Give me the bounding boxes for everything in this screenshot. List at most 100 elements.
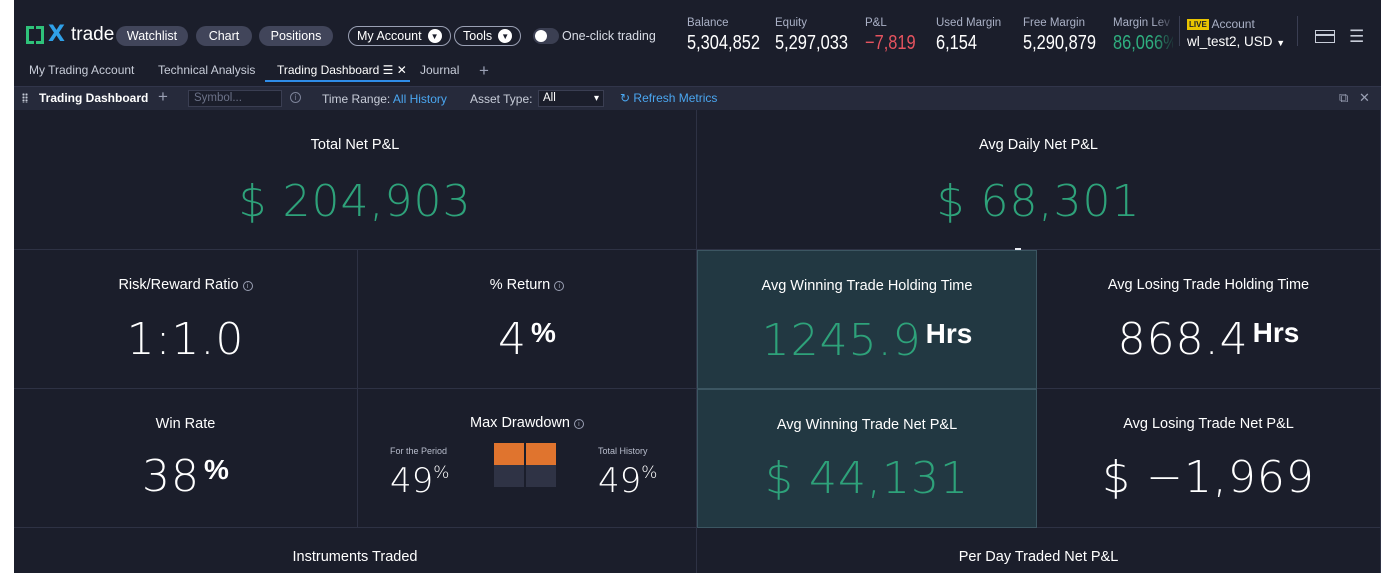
card-title: Avg Losing Trade Net P&L bbox=[1123, 416, 1294, 432]
win-rate-card: Win Rate 38% bbox=[14, 389, 358, 528]
time-range-value[interactable]: All History bbox=[393, 92, 447, 106]
card-unit: Hrs bbox=[1252, 317, 1300, 348]
tab-menu-icon[interactable]: ☰ bbox=[383, 63, 394, 77]
period-bar bbox=[494, 443, 524, 465]
tab-journal[interactable]: Journal bbox=[420, 63, 459, 77]
tab-technical-analysis[interactable]: Technical Analysis bbox=[158, 63, 255, 77]
avg-lose-pl-card: Avg Losing Trade Net P&L $ −1,969 bbox=[1037, 389, 1381, 528]
tab-label: Trading Dashboard bbox=[277, 63, 380, 77]
metric-equity: Equity 5,297,033 bbox=[775, 17, 864, 55]
chevron-down-icon: ▼ bbox=[1276, 38, 1286, 48]
card-unit: % bbox=[531, 317, 556, 348]
history-label: Total History bbox=[598, 446, 648, 456]
card-value: $ −1,969 bbox=[1102, 452, 1315, 503]
my-account-label: My Account bbox=[357, 29, 422, 43]
hamburger-menu-icon[interactable]: ☰ bbox=[1349, 27, 1364, 47]
card-title: Risk/Reward Ratio bbox=[118, 277, 239, 293]
logo[interactable]: X trade bbox=[26, 22, 115, 47]
watchlist-button[interactable]: Watchlist bbox=[116, 26, 188, 46]
active-tab-indicator bbox=[265, 80, 410, 82]
asset-type-label: Asset Type: bbox=[470, 92, 533, 106]
chevron-down-icon: ▼ bbox=[427, 29, 442, 43]
time-range-filter[interactable]: Time Range: All History bbox=[322, 92, 447, 106]
info-icon[interactable]: i bbox=[573, 419, 584, 429]
metric-label: Free Margin bbox=[1023, 17, 1085, 29]
resize-handle[interactable] bbox=[1015, 248, 1021, 250]
history-bar bbox=[526, 443, 556, 465]
chart-button[interactable]: Chart bbox=[196, 26, 252, 46]
period-label: For the Period bbox=[390, 446, 448, 456]
logo-text: trade bbox=[71, 24, 115, 45]
panel-toolbar: Trading Dashboard + Symbol... i Time Ran… bbox=[14, 86, 1381, 110]
tab-trading-dashboard[interactable]: Trading Dashboard ☰ ✕ bbox=[277, 63, 407, 77]
account-name: wl_test2, USD bbox=[1187, 34, 1273, 49]
info-icon[interactable]: i bbox=[554, 281, 565, 291]
tools-label: Tools bbox=[463, 29, 493, 43]
metric-value: 5,290,879 bbox=[1023, 32, 1096, 54]
metric-label: Used Margin bbox=[936, 17, 1002, 29]
metric-value: −7,819 bbox=[865, 32, 916, 54]
metric-value: 5,297,033 bbox=[775, 32, 848, 54]
my-account-dropdown[interactable]: My Account ▼ bbox=[348, 26, 451, 46]
metric-pl: P&L −7,819 bbox=[865, 17, 927, 55]
metric-value: 6,154 bbox=[936, 32, 978, 54]
card-title: Avg Losing Trade Holding Time bbox=[1107, 277, 1310, 293]
per-day-traded-card: Per Day Traded Net P&L bbox=[697, 528, 1381, 573]
card-value: 868.4 bbox=[1117, 314, 1249, 365]
info-icon[interactable]: i bbox=[290, 92, 301, 103]
card-title: Avg Winning Trade Holding Time bbox=[761, 278, 973, 294]
metric-label: Balance bbox=[687, 17, 729, 29]
history-value: 49 bbox=[598, 461, 642, 501]
layout-icon[interactable] bbox=[1315, 30, 1335, 43]
card-title: Avg Daily Net P&L bbox=[978, 137, 1098, 153]
refresh-metrics-button[interactable]: ↻ Refresh Metrics bbox=[620, 91, 717, 105]
close-icon[interactable]: ✕ bbox=[397, 63, 407, 77]
card-title: Max Drawdown bbox=[470, 415, 570, 431]
card-title: Win Rate bbox=[155, 416, 216, 432]
pct-return-card: % Return i 4% bbox=[358, 250, 697, 389]
metric-label: P&L bbox=[865, 17, 887, 29]
card-value: 38 bbox=[142, 451, 201, 502]
time-range-label: Time Range: bbox=[322, 92, 391, 106]
panel-title: Trading Dashboard bbox=[39, 91, 149, 105]
close-panel-icon[interactable]: ✕ bbox=[1359, 90, 1370, 106]
avg-win-hold-card: Avg Winning Trade Holding Time 1245.9 Hrs bbox=[697, 250, 1037, 389]
one-click-label: One-click trading bbox=[562, 29, 656, 43]
refresh-icon: ↻ bbox=[620, 91, 631, 105]
info-icon[interactable]: i bbox=[242, 281, 253, 291]
max-drawdown-card: Max Drawdown i For the Period 49% Total H… bbox=[358, 389, 697, 528]
symbol-input[interactable]: Symbol... bbox=[188, 90, 282, 107]
card-value: 1:1.0 bbox=[126, 314, 245, 365]
drawdown-bars bbox=[494, 443, 556, 487]
asset-type-select[interactable]: All bbox=[538, 90, 604, 107]
overflow-fade bbox=[1154, 14, 1176, 58]
metric-used-margin: Used Margin 6,154 bbox=[936, 17, 1001, 55]
add-tab-icon[interactable]: + bbox=[479, 61, 489, 81]
avg-lose-hold-card: Avg Losing Trade Holding Time 868.4 Hrs bbox=[1037, 250, 1381, 389]
positions-button[interactable]: Positions bbox=[259, 26, 333, 46]
avg-win-pl-card: Avg Winning Trade Net P&L $ 44,131 bbox=[697, 389, 1037, 528]
divider bbox=[1297, 16, 1298, 46]
metric-free-margin: Free Margin 5,290,879 bbox=[1023, 17, 1112, 55]
refresh-label: Refresh Metrics bbox=[633, 91, 718, 105]
one-click-toggle[interactable] bbox=[533, 28, 559, 44]
account-label: Account bbox=[1211, 17, 1255, 31]
card-value: $ 68,301 bbox=[936, 176, 1141, 227]
popout-icon[interactable]: ⧉ bbox=[1339, 90, 1348, 106]
period-value: 49 bbox=[390, 461, 434, 501]
card-title: Per Day Traded Net P&L bbox=[958, 549, 1119, 565]
card-title: Total Net P&L bbox=[310, 137, 400, 153]
add-icon[interactable]: + bbox=[158, 87, 168, 107]
instruments-traded-card: Instruments Traded bbox=[14, 528, 697, 573]
account-selector[interactable]: LIVE Account wl_test2, USD ▼ bbox=[1187, 17, 1285, 49]
card-title: Avg Winning Trade Net P&L bbox=[776, 417, 958, 433]
card-value: 1245.9 bbox=[761, 315, 922, 366]
card-title: Instruments Traded bbox=[292, 549, 418, 565]
workspace-tabs: My Trading Account Technical Analysis Tr… bbox=[14, 60, 1381, 84]
history-unit: % bbox=[641, 463, 658, 483]
avg-daily-net-pl-card: Avg Daily Net P&L $ 68,301 bbox=[697, 110, 1381, 250]
tab-my-trading-account[interactable]: My Trading Account bbox=[29, 63, 134, 77]
drag-handle-icon[interactable] bbox=[22, 93, 28, 103]
card-unit: Hrs bbox=[925, 318, 973, 349]
tools-dropdown[interactable]: Tools ▼ bbox=[454, 26, 522, 46]
